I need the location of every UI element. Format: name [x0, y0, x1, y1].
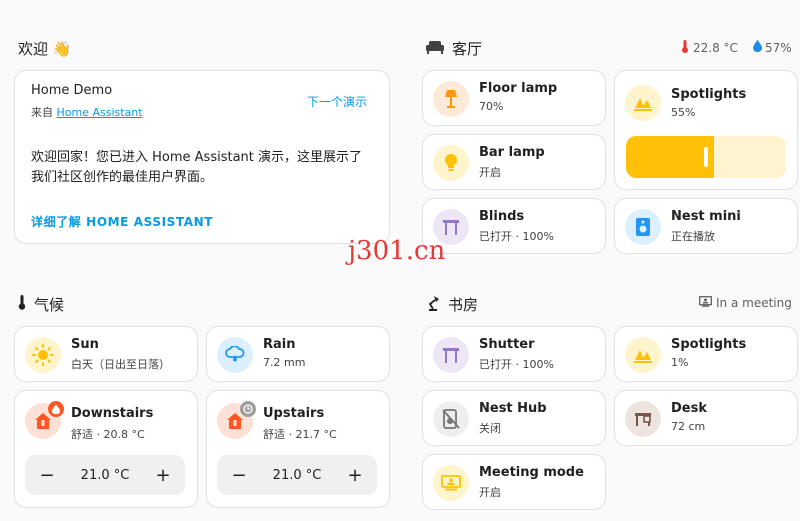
tile-bar-lamp[interactable]: Bar lamp 开启	[422, 134, 606, 190]
increase-button[interactable]: +	[153, 465, 173, 486]
sun-state: 白天（日出至日落）	[71, 358, 170, 371]
nest-hub-name: Nest Hub	[479, 401, 547, 416]
welcome-body: 欢迎回家！您已进入 Home Assistant 演示，这里展示了我们社区创作的…	[31, 150, 363, 185]
upstairs-state: 舒适 · 21.7 °C	[263, 428, 337, 441]
meeting-mode-state: 开启	[479, 486, 501, 499]
bar-lamp-name: Bar lamp	[479, 145, 545, 160]
living-room-section-title: 客厅	[426, 38, 482, 59]
desk-icon[interactable]	[625, 401, 661, 437]
living-room-humidity: 57%	[753, 40, 792, 55]
next-demo-button[interactable]: 下一个演示	[307, 93, 367, 110]
brightness-slider-fill	[626, 136, 714, 178]
living-spotlights-state: 55%	[671, 106, 696, 119]
bar-lamp-state: 开启	[479, 166, 501, 179]
tile-downstairs[interactable]: Downstairs 舒适 · 20.8 °C − 21.0 °C +	[14, 390, 198, 508]
meeting-mode-name: Meeting mode	[479, 465, 584, 480]
lightbulb-icon[interactable]	[433, 145, 469, 181]
study-spotlights-state: 1%	[671, 356, 689, 369]
thermometer-icon	[18, 295, 26, 314]
shutter-state: 已打开 · 100%	[479, 358, 554, 371]
downstairs-state: 舒适 · 20.8 °C	[71, 428, 145, 441]
rain-name: Rain	[263, 337, 296, 352]
sun-icon[interactable]	[25, 337, 61, 373]
water-drop-icon	[753, 40, 762, 55]
tile-shutter[interactable]: Shutter 已打开 · 100%	[422, 326, 606, 382]
tile-desk[interactable]: Desk 72 cm	[614, 390, 798, 446]
watermark: j301.cn	[348, 236, 446, 266]
spotlight-icon[interactable]	[625, 85, 661, 121]
decrease-button[interactable]: −	[229, 465, 249, 486]
brightness-slider-handle[interactable]	[704, 147, 708, 167]
living-room-temperature: 22.8 °C	[681, 40, 738, 56]
learn-more-button[interactable]: 详细了解 HOME ASSISTANT	[31, 213, 213, 230]
home-assistant-link[interactable]: Home Assistant	[57, 106, 143, 119]
presentation-icon	[699, 296, 712, 310]
study-section-title: 书房	[426, 294, 478, 315]
tile-nest-hub[interactable]: Nest Hub 关闭	[422, 390, 606, 446]
spotlight-icon[interactable]	[625, 337, 661, 373]
decrease-button[interactable]: −	[37, 465, 57, 486]
downstairs-setpoint: 21.0 °C	[80, 467, 130, 483]
floor-lamp-name: Floor lamp	[479, 81, 558, 96]
upstairs-setpoint-stepper: − 21.0 °C +	[217, 455, 377, 495]
tile-blinds[interactable]: Blinds 已打开 · 100%	[422, 198, 606, 254]
tile-study-spotlights[interactable]: Spotlights 1%	[614, 326, 798, 382]
rain-state: 7.2 mm	[263, 356, 306, 369]
blinds-state: 已打开 · 100%	[479, 230, 554, 243]
nest-mini-name: Nest mini	[671, 209, 741, 224]
thermometer-icon	[681, 40, 689, 56]
floor-lamp-icon[interactable]	[433, 81, 469, 117]
upstairs-setpoint: 21.0 °C	[272, 467, 322, 483]
living-spotlights-name: Spotlights	[671, 87, 747, 102]
welcome-card-title: Home Demo	[31, 83, 113, 98]
nest-hub-state: 关闭	[479, 422, 501, 435]
tile-sun[interactable]: Sun 白天（日出至日落）	[14, 326, 198, 382]
flame-icon	[48, 401, 64, 417]
tile-nest-mini[interactable]: Nest mini 正在播放	[614, 198, 798, 254]
shutter-name: Shutter	[479, 337, 535, 352]
sofa-icon	[426, 40, 444, 58]
blinds-name: Blinds	[479, 209, 525, 224]
increase-button[interactable]: +	[345, 465, 365, 486]
tile-rain[interactable]: Rain 7.2 mm	[206, 326, 390, 382]
tile-living-spotlights[interactable]: Spotlights 55%	[614, 70, 798, 190]
clock-icon	[240, 401, 256, 417]
downstairs-name: Downstairs	[71, 406, 154, 421]
desk-lamp-icon	[426, 295, 440, 315]
desk-name: Desk	[671, 401, 707, 416]
tile-floor-lamp[interactable]: Floor lamp 70%	[422, 70, 606, 126]
sun-name: Sun	[71, 337, 99, 352]
tile-upstairs[interactable]: Upstairs 舒适 · 21.7 °C − 21.0 °C +	[206, 390, 390, 508]
floor-lamp-state: 70%	[479, 100, 504, 113]
speaker-icon[interactable]	[625, 209, 661, 245]
nest-mini-state: 正在播放	[671, 230, 715, 243]
climate-section-title: 气候	[18, 294, 64, 315]
study-status: In a meeting	[699, 296, 792, 310]
welcome-from: 来自 Home Assistant	[31, 106, 143, 119]
desk-state: 72 cm	[671, 420, 706, 433]
rain-cloud-icon[interactable]	[217, 337, 253, 373]
speaker-off-icon[interactable]	[433, 401, 469, 437]
tile-meeting-mode[interactable]: Meeting mode 开启	[422, 454, 606, 510]
upstairs-name: Upstairs	[263, 406, 325, 421]
study-spotlights-name: Spotlights	[671, 337, 747, 352]
brightness-slider[interactable]	[626, 136, 786, 178]
shutter-icon[interactable]	[433, 337, 469, 373]
welcome-card: Home Demo 来自 Home Assistant 下一个演示 欢迎回家！您…	[14, 70, 390, 244]
welcome-section-title: 欢迎 👋	[18, 40, 72, 58]
downstairs-setpoint-stepper: − 21.0 °C +	[25, 455, 185, 495]
presentation-icon[interactable]	[433, 465, 469, 501]
